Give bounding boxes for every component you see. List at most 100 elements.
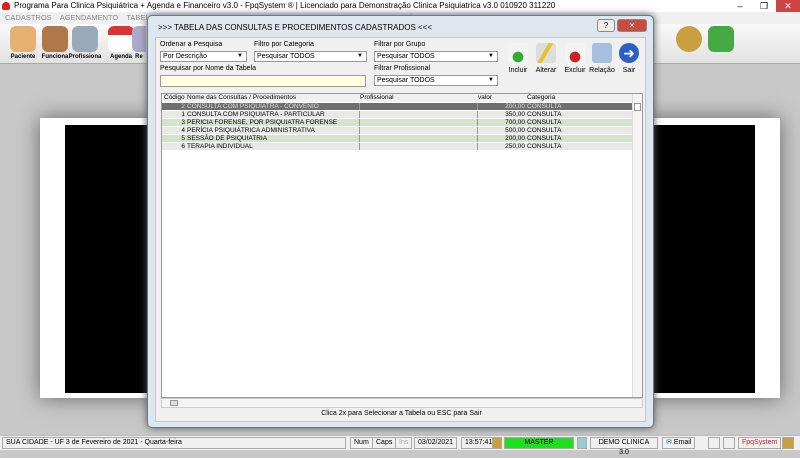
- category-value: Pesquisar TODOS: [257, 53, 315, 60]
- cell-code: 6: [181, 143, 185, 150]
- maximize-button[interactable]: ❐: [752, 0, 776, 12]
- exit-door-icon: [708, 26, 734, 52]
- toolbar-label: Profissiona: [68, 54, 102, 60]
- exit-label: Sair: [622, 67, 636, 74]
- printer-icon[interactable]: [708, 437, 720, 449]
- dialog-close-button[interactable]: ✕: [617, 19, 647, 32]
- order-select[interactable]: Por Descrição ▼: [160, 51, 247, 62]
- status-email[interactable]: ✉ Email: [662, 437, 696, 449]
- cell-value: 250,00: [505, 143, 525, 150]
- toolbar-label: Agenda: [109, 54, 132, 60]
- menu-agendamento[interactable]: AGENDAMENTO: [60, 12, 119, 24]
- cell-cat: CONSULTA: [527, 103, 562, 110]
- toolbar-finance[interactable]: [672, 26, 706, 54]
- report-icon: [132, 26, 146, 52]
- toolbar-profissional[interactable]: Profissiona: [68, 26, 102, 60]
- patients-icon: [10, 26, 36, 52]
- add-button[interactable]: Incluir: [504, 43, 532, 74]
- order-label: Ordenar a Pesquisa: [160, 41, 223, 48]
- table-header: Código Nome das Consultas / Procedimento…: [162, 94, 632, 102]
- cell-code: 2: [181, 103, 185, 110]
- toolbar-label: Funciona: [41, 54, 69, 60]
- cell-cat: CONSULTA: [527, 135, 562, 142]
- table-row[interactable]: 3 PERICIA FORENSE, POR PSIQUIATRA FORENSE…: [162, 119, 632, 127]
- toolbar-exit[interactable]: [704, 26, 738, 54]
- minimize-button[interactable]: –: [728, 0, 752, 12]
- table-row[interactable]: 1 CONSULTA COM PSIQUIATRA - PARTICULAR 350…: [162, 111, 632, 119]
- cell-value: 200,00: [505, 135, 525, 142]
- status-caps: Caps: [372, 437, 397, 449]
- cell-value: 500,00: [505, 127, 525, 134]
- dropdown-arrow-icon: ▼: [488, 77, 494, 83]
- toolbar-paciente[interactable]: Paciente: [6, 26, 40, 60]
- cell-code: 4: [181, 127, 185, 134]
- cell-prof: [360, 103, 478, 110]
- close-button[interactable]: ✕: [776, 0, 800, 12]
- category-select[interactable]: Pesquisar TODOS ▼: [254, 51, 367, 62]
- cell-prof: [360, 127, 478, 134]
- cell-value: 350,00: [505, 111, 525, 118]
- toolbar-funciona[interactable]: Funciona: [38, 26, 72, 60]
- menu-cadastros[interactable]: CADASTROS: [5, 12, 52, 24]
- exit-button[interactable]: ➜ Sair: [615, 43, 643, 74]
- title-bar: Programa Para Clinica Psiquiátrica + Age…: [0, 0, 800, 12]
- procedures-table: Código Nome das Consultas / Procedimento…: [161, 93, 643, 398]
- app-logo-icon: [2, 2, 10, 10]
- professional-select[interactable]: Pesquisar TODOS ▼: [374, 75, 498, 86]
- add-icon: [508, 43, 528, 63]
- column-header-category[interactable]: Categoria: [526, 94, 632, 102]
- group-label: Filtrar por Grupo: [374, 41, 426, 48]
- toolbar-label: Re: [135, 54, 143, 60]
- status-time: 13:57:41: [461, 437, 497, 449]
- cell-prof: [360, 143, 478, 150]
- status-user: MASTER: [504, 437, 574, 449]
- procedures-dialog: >>> TABELA DAS CONSULTAS E PROCEDIMENTOS…: [147, 15, 654, 428]
- column-header-value[interactable]: valor: [478, 94, 526, 102]
- edit-button[interactable]: Alterar: [532, 43, 560, 74]
- email-label: Email: [673, 439, 692, 446]
- column-header-code[interactable]: Código: [162, 94, 186, 102]
- toolbar-relatorio[interactable]: Re: [132, 26, 146, 60]
- column-header-professional[interactable]: Profissional: [360, 94, 478, 102]
- table-row[interactable]: 5 SESSÃO DE PSIQUIATRIA 200,00 CONSULTA: [162, 135, 632, 143]
- scroll-thumb[interactable]: [170, 400, 178, 406]
- group-select[interactable]: Pesquisar TODOS ▼: [374, 51, 498, 62]
- cell-code: 5: [181, 135, 185, 142]
- dropdown-arrow-icon: ▼: [237, 53, 243, 59]
- user-icon: [492, 437, 502, 449]
- employees-icon: [42, 26, 68, 52]
- scroll-thumb[interactable]: [634, 103, 641, 111]
- user-icon: [782, 437, 794, 449]
- delete-button[interactable]: Excluir: [561, 43, 589, 74]
- cell-name: TERAPIA INDIVIDUAL: [186, 143, 360, 150]
- table-row[interactable]: 6 TERAPIA INDIVIDUAL 250,00 CONSULTA: [162, 143, 632, 151]
- toolbar-label: Paciente: [10, 54, 36, 60]
- cell-name: CONSULTA COM PSIQUIATRA - CONVENIO: [186, 103, 360, 110]
- table-row[interactable]: 4 PERÍCIA PSIQUIÁTRICA ADMINISTRATIVA 500,…: [162, 127, 632, 135]
- calendar-icon: [108, 26, 134, 52]
- list-button[interactable]: Relação: [588, 43, 616, 74]
- cell-prof: [360, 135, 478, 142]
- help-button[interactable]: ?: [597, 19, 615, 32]
- horizontal-scrollbar[interactable]: [161, 398, 643, 408]
- category-label: Filtro por Categoria: [254, 41, 314, 48]
- computer-icon[interactable]: [723, 437, 735, 449]
- status-brand: FpqSystem: [738, 437, 782, 449]
- delete-label: Excluir: [564, 67, 586, 74]
- search-input[interactable]: [160, 75, 366, 87]
- cell-cat: CONSULTA: [527, 127, 562, 134]
- doctor-icon: [72, 26, 98, 52]
- status-num: Num: [350, 437, 373, 449]
- status-ins: Ins: [395, 437, 413, 449]
- search-label: Pesquisar por Nome da Tabela: [160, 65, 256, 72]
- cell-prof: [360, 119, 478, 126]
- professional-value: Pesquisar TODOS: [377, 77, 435, 84]
- add-label: Incluir: [508, 67, 528, 74]
- cell-name: PERÍCIA PSIQUIÁTRICA ADMINISTRATIVA: [186, 127, 360, 134]
- column-header-name[interactable]: Nome das Consultas / Procedimentos: [186, 94, 360, 102]
- coins-icon: [676, 26, 702, 52]
- vertical-scrollbar[interactable]: [632, 94, 642, 397]
- table-row[interactable]: 2 CONSULTA COM PSIQUIATRA - CONVENIO 200,0…: [162, 103, 632, 111]
- list-label: Relação: [589, 67, 615, 74]
- cell-code: 3: [181, 119, 185, 126]
